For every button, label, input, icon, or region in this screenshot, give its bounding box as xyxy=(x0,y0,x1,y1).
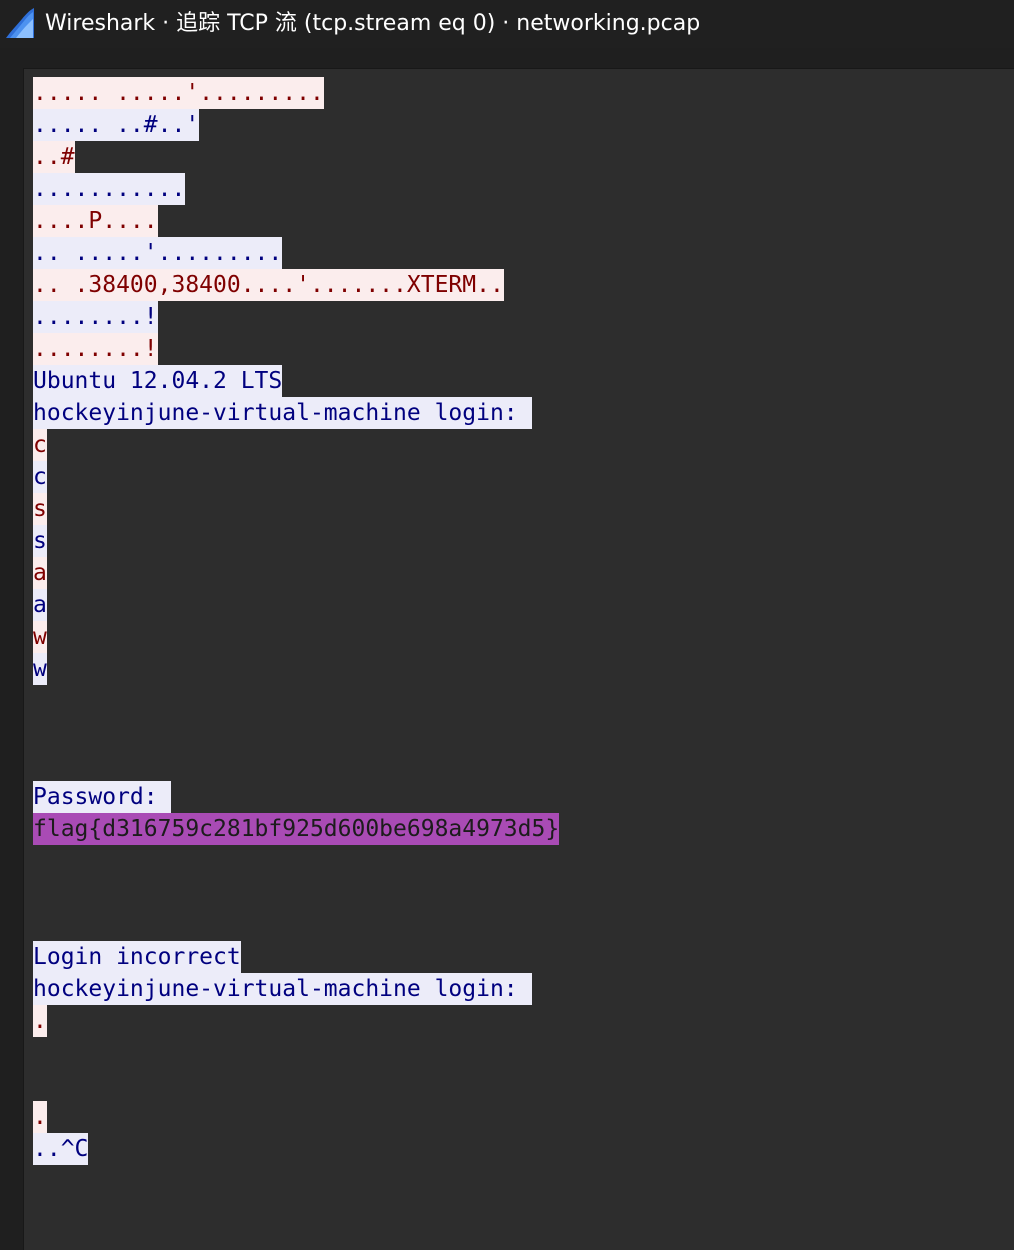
stream-line xyxy=(33,1069,559,1101)
client-data-segment: . xyxy=(33,1101,47,1133)
client-data-segment: . xyxy=(33,1005,47,1037)
server-data-segment: ..^C xyxy=(33,1133,89,1165)
client-data-segment: ..# xyxy=(33,141,75,173)
client-data-segment: ..... .....'......... xyxy=(33,77,324,109)
stream-line: ..... ..#..' xyxy=(33,109,559,141)
stream-line xyxy=(33,717,559,749)
server-data-segment: Ubuntu 12.04.2 LTS xyxy=(33,365,283,397)
highlighted-flag-text: flag{d316759c281bf925d600be698a4973d5} xyxy=(33,813,560,845)
client-data-segment: .. .38400,38400....'.......XTERM.. xyxy=(33,269,504,301)
window-title: Wireshark · 追踪 TCP 流 (tcp.stream eq 0) ·… xyxy=(45,11,701,36)
stream-line: .. .38400,38400....'.......XTERM.. xyxy=(33,269,559,301)
stream-line: c xyxy=(33,429,559,461)
stream-line: ........... xyxy=(33,173,559,205)
stream-line: hockeyinjune-virtual-machine login: xyxy=(33,397,559,429)
stream-line: c xyxy=(33,461,559,493)
stream-line: ........! xyxy=(33,333,559,365)
stream-line: w xyxy=(33,653,559,685)
client-data-segment: s xyxy=(33,493,47,525)
server-data-segment: Password: xyxy=(33,781,172,813)
stream-line xyxy=(33,909,559,941)
client-data-segment: ........! xyxy=(33,333,158,365)
server-data-segment: ........! xyxy=(33,301,158,333)
stream-line: s xyxy=(33,493,559,525)
stream-line xyxy=(33,1037,559,1069)
server-data-segment: hockeyinjune-virtual-machine login: xyxy=(33,973,532,1005)
server-data-segment: ........... xyxy=(33,173,186,205)
server-data-segment: w xyxy=(33,653,47,685)
server-data-segment: c xyxy=(33,461,47,493)
client-data-segment: ....P.... xyxy=(33,205,158,237)
stream-line: ..... .....'......... xyxy=(33,77,559,109)
stream-line: Login incorrect xyxy=(33,941,559,973)
server-data-segment: s xyxy=(33,525,47,557)
stream-line: . xyxy=(33,1005,559,1037)
stream-line: a xyxy=(33,589,559,621)
client-data-segment: c xyxy=(33,429,47,461)
stream-line xyxy=(33,749,559,781)
stream-line xyxy=(33,845,559,877)
stream-line: s xyxy=(33,525,559,557)
stream-line: Password: xyxy=(33,781,559,813)
stream-line xyxy=(33,877,559,909)
server-data-segment: ..... ..#..' xyxy=(33,109,200,141)
window-titlebar[interactable]: Wireshark · 追踪 TCP 流 (tcp.stream eq 0) ·… xyxy=(0,0,1014,48)
stream-line: hockeyinjune-virtual-machine login: xyxy=(33,973,559,1005)
stream-line: w xyxy=(33,621,559,653)
server-data-segment: Login incorrect xyxy=(33,941,241,973)
stream-line: flag{d316759c281bf925d600be698a4973d5} xyxy=(33,813,560,845)
tcp-stream-view[interactable]: ..... .....'.............. ..#..' ..#....… xyxy=(23,68,1014,1250)
stream-line: .. .....'......... xyxy=(33,237,559,269)
stream-text-area[interactable]: ..... .....'.............. ..#..' ..#....… xyxy=(33,77,560,1165)
wireshark-fin-icon xyxy=(6,8,34,38)
stream-line: a xyxy=(33,557,559,589)
stream-line: . xyxy=(33,1101,559,1133)
server-data-segment: .. .....'......... xyxy=(33,237,283,269)
server-data-segment: hockeyinjune-virtual-machine login: xyxy=(33,397,532,429)
client-data-segment: w xyxy=(33,621,47,653)
stream-line: ........! xyxy=(33,301,559,333)
stream-line: ....P.... xyxy=(33,205,559,237)
stream-line: ..^C xyxy=(33,1133,559,1165)
client-data-segment: a xyxy=(33,557,47,589)
stream-line: ..# xyxy=(33,141,559,173)
stream-line: Ubuntu 12.04.2 LTS xyxy=(33,365,559,397)
server-data-segment: a xyxy=(33,589,47,621)
stream-line xyxy=(33,685,559,717)
